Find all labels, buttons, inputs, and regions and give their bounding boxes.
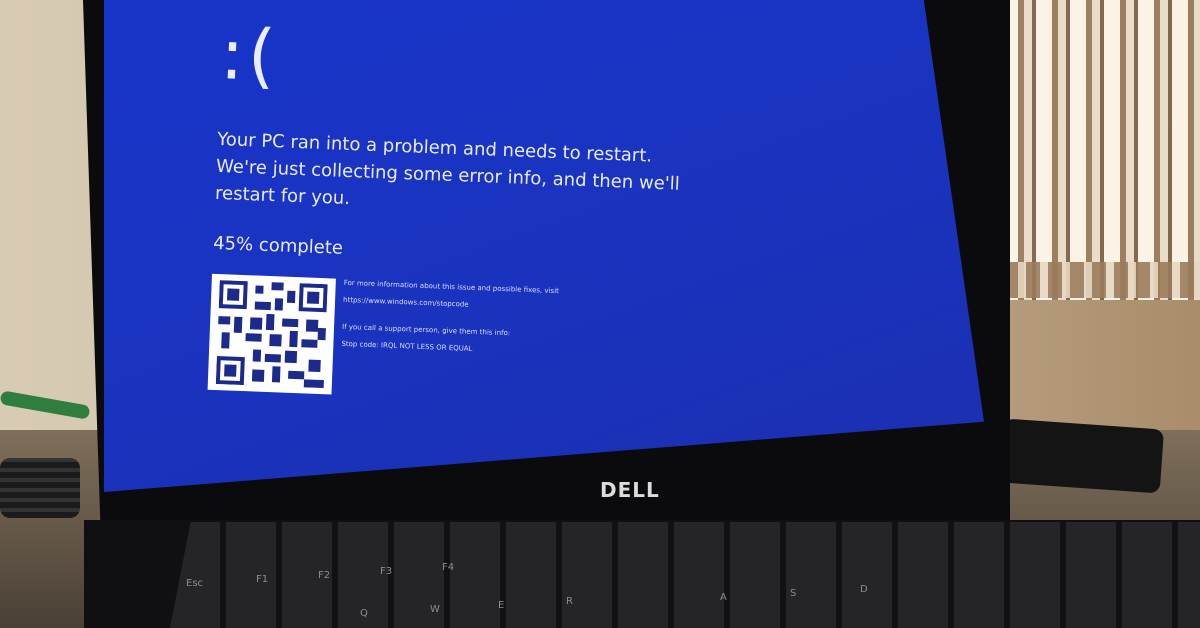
- key-w: W: [430, 604, 440, 615]
- key-q: Q: [360, 608, 368, 619]
- key-f4: F4: [442, 562, 455, 573]
- key-f2: F2: [318, 570, 331, 581]
- key-f3: F3: [380, 566, 393, 577]
- key-esc: Esc: [186, 578, 204, 589]
- sad-face-emoticon: :(: [218, 13, 281, 98]
- key-a: A: [720, 592, 727, 603]
- info-line: For more information about this issue an…: [343, 278, 559, 296]
- key-e: E: [498, 600, 505, 611]
- support-line: If you call a support person, give them …: [341, 322, 511, 338]
- stop-code: Stop code: IRQL NOT LESS OR EQUAL: [341, 339, 473, 353]
- error-message: Your PC ran into a problem and needs to …: [214, 128, 681, 210]
- key-s: S: [790, 588, 797, 599]
- progress-text: 45% complete: [212, 232, 344, 259]
- qr-code-icon: [207, 273, 336, 395]
- key-d: D: [860, 584, 868, 595]
- info-row: For more information about this issue an…: [207, 273, 772, 411]
- info-text-block: For more information about this issue an…: [339, 279, 559, 403]
- key-r: R: [566, 596, 573, 607]
- laptop-screen: :( Your PC ran into a problem and needs …: [104, 0, 984, 492]
- dell-logo: DELL: [600, 478, 660, 502]
- stopcode-url: https://www.windows.com/stopcode: [342, 295, 469, 309]
- blue-screen-error: :( Your PC ran into a problem and needs …: [207, 13, 782, 411]
- power-adapter: [999, 418, 1165, 494]
- key-f1: F1: [256, 574, 269, 585]
- coiled-cable: [0, 458, 80, 518]
